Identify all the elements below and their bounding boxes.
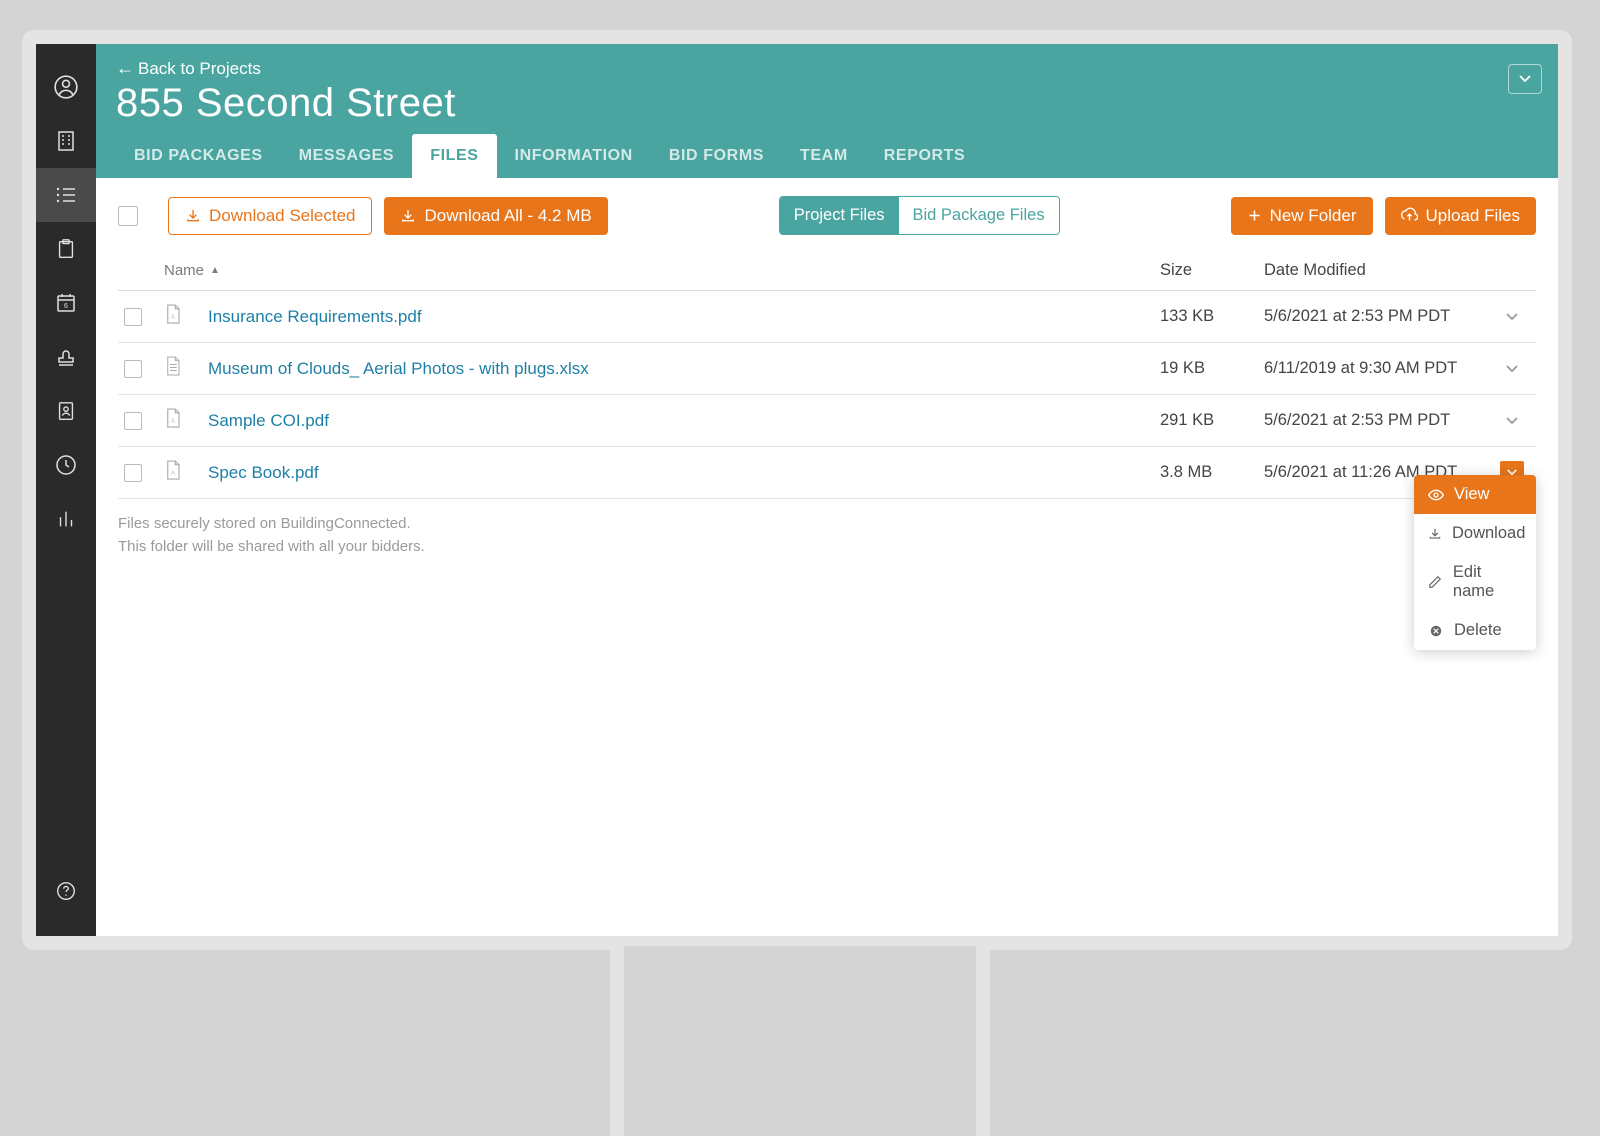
download-selected-button[interactable]: Download Selected xyxy=(168,197,372,235)
table-row: 人 Spec Book.pdf 3.8 MB 5/6/2021 at 11:26… xyxy=(118,447,1536,499)
sidebar-contacts[interactable] xyxy=(36,384,96,438)
menu-download[interactable]: Download xyxy=(1414,514,1536,553)
file-size: 3.8 MB xyxy=(1160,463,1264,482)
svg-text:人: 人 xyxy=(170,418,176,425)
bid-package-files-toggle[interactable]: Bid Package Files xyxy=(899,197,1059,234)
upload-files-label: Upload Files xyxy=(1426,206,1521,226)
file-size: 133 KB xyxy=(1160,307,1264,326)
footer-notes: Files securely stored on BuildingConnect… xyxy=(96,499,1558,572)
table-row: 人 Sample COI.pdf 291 KB 5/6/2021 at 2:53… xyxy=(118,395,1536,447)
table-row: Museum of Clouds_ Aerial Photos - with p… xyxy=(118,343,1536,395)
menu-edit-name[interactable]: Edit name xyxy=(1414,553,1536,611)
sidebar-clipboard[interactable] xyxy=(36,222,96,276)
sort-asc-icon: ▲ xyxy=(210,265,220,276)
select-all-checkbox[interactable] xyxy=(118,206,138,226)
file-date: 6/11/2019 at 9:30 AM PDT xyxy=(1264,359,1494,378)
sidebar-list[interactable] xyxy=(36,168,96,222)
download-selected-label: Download Selected xyxy=(209,206,355,226)
row-checkbox[interactable] xyxy=(124,308,142,326)
row-actions-toggle[interactable] xyxy=(1494,312,1530,322)
back-to-projects-link[interactable]: Back to Projects xyxy=(116,58,261,79)
tab-bid-packages[interactable]: BID PACKAGES xyxy=(116,134,281,178)
delete-icon xyxy=(1428,624,1444,638)
row-actions-toggle[interactable] xyxy=(1494,416,1530,426)
sidebar-clock[interactable] xyxy=(36,438,96,492)
menu-view[interactable]: View xyxy=(1414,475,1536,514)
main-area: Back to Projects 855 Second Street BID P… xyxy=(96,44,1558,936)
file-date: 5/6/2021 at 2:53 PM PDT xyxy=(1264,411,1494,430)
download-all-button[interactable]: Download All - 4.2 MB xyxy=(384,197,607,235)
menu-delete[interactable]: Delete xyxy=(1414,611,1536,650)
project-files-toggle[interactable]: Project Files xyxy=(780,197,899,234)
project-title: 855 Second Street xyxy=(116,81,1538,126)
row-checkbox[interactable] xyxy=(124,360,142,378)
sidebar-analytics[interactable] xyxy=(36,492,96,546)
xlsx-file-icon xyxy=(164,355,188,382)
column-date[interactable]: Date Modified xyxy=(1264,261,1494,280)
pdf-file-icon: 人 xyxy=(164,303,188,330)
new-folder-button[interactable]: New Folder xyxy=(1231,197,1373,235)
row-actions-toggle[interactable] xyxy=(1494,364,1530,374)
row-actions-menu: View Download Edit name xyxy=(1414,475,1536,650)
sidebar-stamp[interactable] xyxy=(36,330,96,384)
row-checkbox[interactable] xyxy=(124,464,142,482)
download-icon xyxy=(1428,527,1442,541)
tab-messages[interactable]: MESSAGES xyxy=(281,134,413,178)
row-checkbox[interactable] xyxy=(124,412,142,430)
file-name-link[interactable]: Spec Book.pdf xyxy=(208,463,319,483)
tab-files[interactable]: FILES xyxy=(412,134,496,178)
file-date: 5/6/2021 at 2:53 PM PDT xyxy=(1264,307,1494,326)
tab-reports[interactable]: REPORTS xyxy=(866,134,984,178)
project-tabs: BID PACKAGES MESSAGES FILES INFORMATION … xyxy=(116,134,1538,178)
table-header-row: Name ▲ Size Date Modified xyxy=(118,253,1536,291)
file-size: 19 KB xyxy=(1160,359,1264,378)
file-scope-toggle: Project Files Bid Package Files xyxy=(779,196,1060,235)
eye-icon xyxy=(1428,489,1444,501)
tab-team[interactable]: TEAM xyxy=(782,134,866,178)
svg-text:6: 6 xyxy=(64,303,68,310)
footer-note-2: This folder will be shared with all your… xyxy=(118,536,1536,559)
project-header: Back to Projects 855 Second Street BID P… xyxy=(96,44,1558,178)
svg-text:人: 人 xyxy=(170,314,176,321)
header-dropdown-button[interactable] xyxy=(1508,64,1542,94)
file-size: 291 KB xyxy=(1160,411,1264,430)
footer-note-1: Files securely stored on BuildingConnect… xyxy=(118,513,1536,536)
new-folder-label: New Folder xyxy=(1270,206,1357,226)
pdf-file-icon: 人 xyxy=(164,407,188,434)
column-name[interactable]: Name ▲ xyxy=(164,262,1160,279)
table-row: 人 Insurance Requirements.pdf 133 KB 5/6/… xyxy=(118,291,1536,343)
sidebar-help[interactable] xyxy=(36,864,96,918)
download-all-label: Download All - 4.2 MB xyxy=(424,206,591,226)
sidebar-profile[interactable] xyxy=(36,60,96,114)
files-table: Name ▲ Size Date Modified 人 Insurance Re… xyxy=(96,253,1558,499)
tab-bid-forms[interactable]: BID FORMS xyxy=(651,134,782,178)
column-size[interactable]: Size xyxy=(1160,261,1264,280)
files-toolbar: Download Selected Download All - 4.2 MB … xyxy=(96,178,1558,253)
app-sidebar: 6 xyxy=(36,44,96,936)
file-name-link[interactable]: Museum of Clouds_ Aerial Photos - with p… xyxy=(208,359,589,379)
file-name-link[interactable]: Insurance Requirements.pdf xyxy=(208,307,422,327)
tab-information[interactable]: INFORMATION xyxy=(497,134,651,178)
sidebar-calendar[interactable]: 6 xyxy=(36,276,96,330)
file-name-link[interactable]: Sample COI.pdf xyxy=(208,411,329,431)
pdf-file-icon: 人 xyxy=(164,459,188,486)
svg-text:人: 人 xyxy=(170,470,176,477)
sidebar-company[interactable] xyxy=(36,114,96,168)
upload-files-button[interactable]: Upload Files xyxy=(1385,197,1537,235)
pencil-icon xyxy=(1428,575,1443,589)
